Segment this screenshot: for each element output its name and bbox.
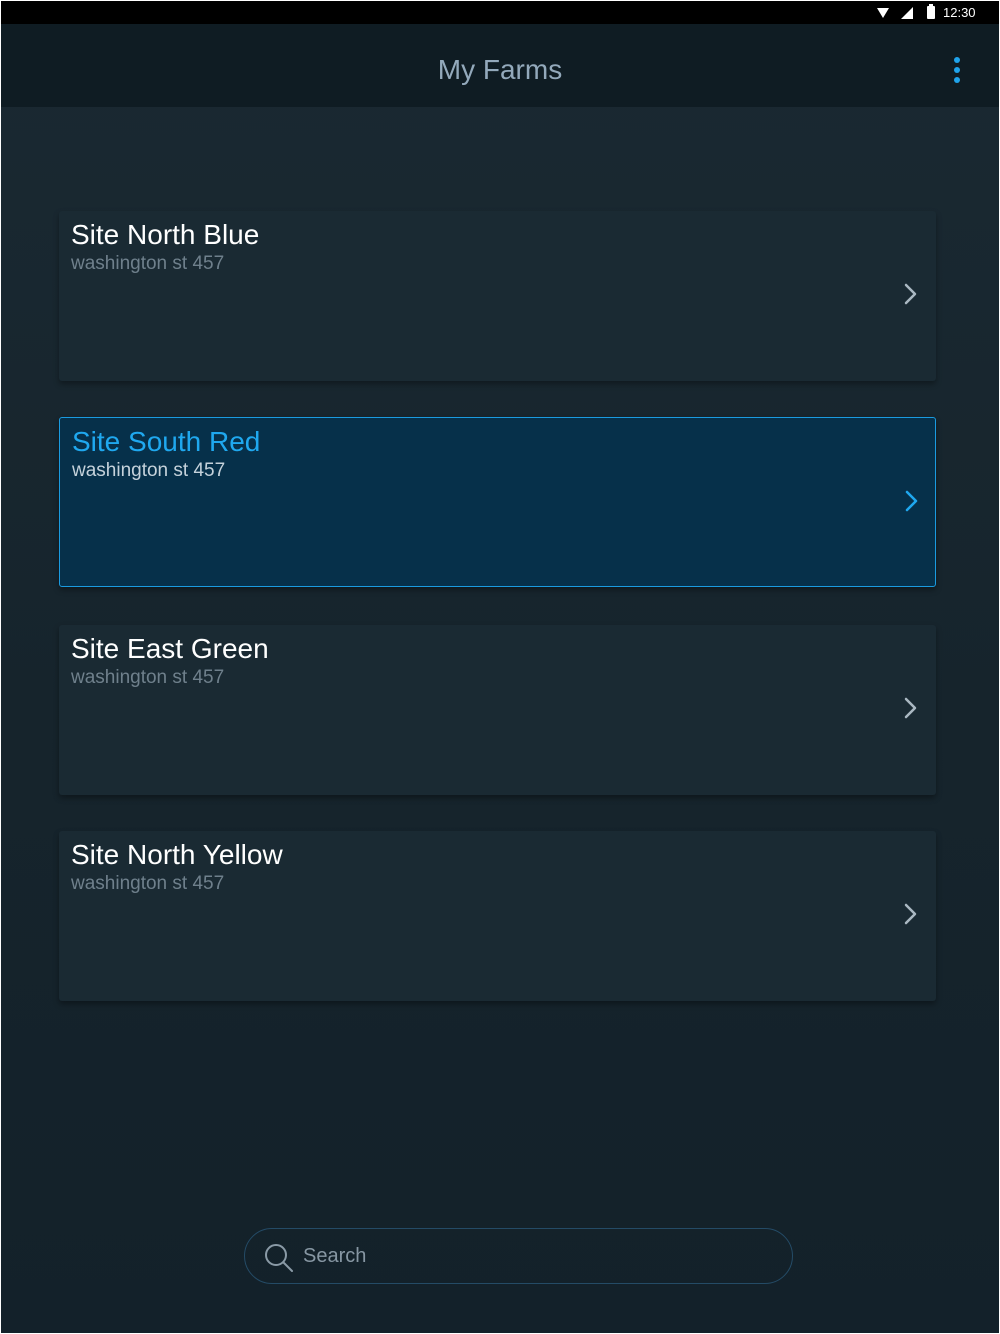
page-title: My Farms <box>437 54 563 85</box>
menu-dot <box>954 77 960 83</box>
menu-dot <box>954 67 960 73</box>
farm-address: washington st 457 <box>72 460 226 481</box>
farm-name: Site South Red <box>72 426 261 457</box>
farm-card-site-east-green[interactable]: Site East Green washington st 457 <box>59 625 936 795</box>
chevron-right-icon <box>904 283 917 305</box>
chevron-right-icon <box>905 490 918 512</box>
farm-card-site-south-red[interactable]: Site South Red washington st 457 <box>59 417 936 587</box>
app-screen: 12:30 My Farms Site North Blue washingto… <box>1 1 999 1333</box>
farm-address: washington st 457 <box>71 253 225 274</box>
search-icon <box>265 1244 293 1272</box>
farm-name: Site East Green <box>71 633 269 664</box>
battery-icon <box>927 4 935 19</box>
farm-name: Site North Blue <box>71 219 260 250</box>
search-bar[interactable] <box>244 1228 793 1284</box>
farm-card-site-north-blue[interactable]: Site North Blue washington st 457 <box>59 211 936 381</box>
chevron-right-icon <box>904 697 917 719</box>
status-time: 12:30 <box>943 5 976 20</box>
farm-card-site-north-yellow[interactable]: Site North Yellow washington st 457 <box>59 831 936 1001</box>
more-vert-icon[interactable] <box>945 54 969 86</box>
status-bar: 12:30 <box>1 1 999 24</box>
signal-icon <box>901 7 913 19</box>
app-bar: My Farms <box>1 24 999 107</box>
farm-name: Site North Yellow <box>71 839 283 870</box>
menu-dot <box>954 57 960 63</box>
search-input[interactable] <box>303 1237 773 1275</box>
farm-address: washington st 457 <box>71 667 225 688</box>
chevron-right-icon <box>904 903 917 925</box>
farm-address: washington st 457 <box>71 873 225 894</box>
wifi-icon <box>877 8 889 18</box>
